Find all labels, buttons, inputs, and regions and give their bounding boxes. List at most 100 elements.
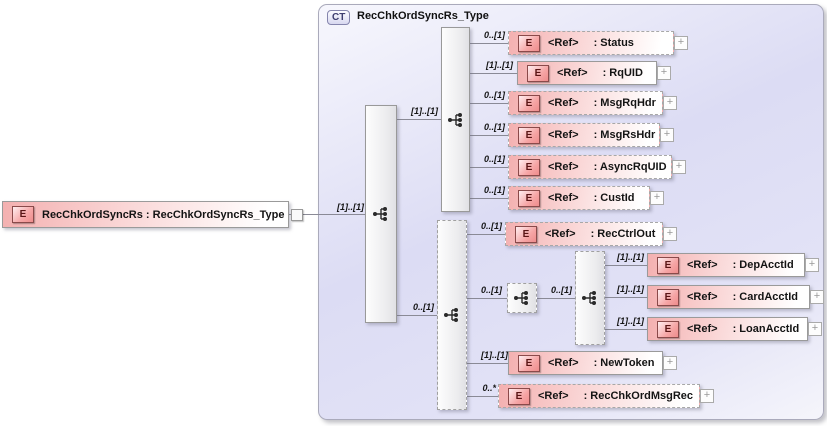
element-node-rquid[interactable]: E <Ref> : RqUID + (517, 61, 671, 85)
connector-line (470, 167, 508, 168)
element-ref: <Ref> (538, 390, 569, 402)
element-node-status[interactable]: E <Ref> : Status + (508, 31, 688, 55)
cardinality-label: [1]..[1] (337, 202, 364, 212)
element-node-custid[interactable]: E <Ref> : CustId + (508, 186, 664, 210)
sequence-icon (582, 291, 596, 305)
element-node-msgrqhdr[interactable]: E <Ref> : MsgRqHdr + (508, 91, 677, 115)
cardinality-label: 0..[1] (483, 30, 505, 40)
cardinality-label: 0..[1] (412, 302, 434, 312)
element-node-asyncrquid[interactable]: E <Ref> : AsyncRqUID + (508, 155, 686, 179)
cardinality-label: 0..[1] (483, 90, 505, 100)
expand-icon[interactable]: + (805, 258, 819, 272)
cardinality-label: 0..[1] (483, 185, 505, 195)
element-node-newtoken[interactable]: E <Ref> : NewToken + (508, 351, 677, 375)
element-type-icon: E (657, 256, 679, 274)
cardinality-label: 0..[1] (483, 154, 505, 164)
expand-icon[interactable]: + (663, 227, 677, 241)
expand-icon[interactable]: + (650, 191, 664, 205)
sequence-compositor-bottom[interactable] (437, 220, 467, 410)
element-type-icon: E (518, 94, 540, 112)
element-node-depacctid[interactable]: E <Ref> : DepAcctId + (647, 253, 819, 277)
connector-line (605, 297, 647, 298)
element-ref: <Ref> (548, 97, 579, 109)
element-ref: <Ref> (687, 323, 718, 335)
expand-icon[interactable]: + (663, 96, 677, 110)
connector-line (605, 329, 647, 330)
sequence-compositor-inner[interactable] (507, 283, 537, 313)
expand-icon[interactable]: + (808, 322, 822, 336)
connector-line (397, 315, 437, 316)
root-element-label: RecChkOrdSyncRs : RecChkOrdSyncRs_Type (42, 208, 285, 221)
connector-line (467, 396, 498, 397)
root-element[interactable]: E RecChkOrdSyncRs : RecChkOrdSyncRs_Type (2, 201, 289, 228)
expand-icon[interactable]: + (660, 128, 674, 142)
element-ref: <Ref> (687, 291, 718, 303)
element-type-icon: E (518, 158, 540, 176)
element-ref: <Ref> (557, 67, 588, 79)
element-ref: <Ref> (687, 259, 718, 271)
sequence-icon (447, 112, 462, 127)
cardinality-label: 0..[1] (480, 285, 502, 295)
connector-line (470, 73, 517, 74)
sequence-icon (373, 207, 387, 221)
element-name: : LoanAcctId (732, 323, 800, 335)
connector-line (397, 119, 441, 120)
element-type-icon: E (508, 387, 530, 405)
element-node-recctrlout[interactable]: E <Ref> : RecCtrlOut + (505, 222, 677, 246)
connector-line (467, 298, 507, 299)
connector-line (470, 43, 508, 44)
expand-icon[interactable]: + (672, 160, 686, 174)
element-node-recchkordmsgrec[interactable]: E <Ref> : RecChkOrdMsgRec + (498, 384, 714, 408)
sequence-compositor-accounts[interactable] (575, 251, 605, 345)
element-name: : RqUID (602, 67, 643, 79)
expand-icon[interactable]: + (674, 36, 688, 50)
element-type-icon: E (518, 189, 540, 207)
cardinality-label: 0..[1] (480, 221, 502, 231)
sequence-icon (444, 308, 458, 322)
element-ref: <Ref> (548, 357, 579, 369)
element-ref: <Ref> (548, 192, 579, 204)
element-name: : CustId (593, 192, 635, 204)
element-type-icon: E (518, 354, 540, 372)
collapse-handle[interactable] (291, 209, 303, 221)
element-ref: <Ref> (548, 161, 579, 173)
expand-icon[interactable]: + (657, 66, 671, 80)
element-node-msgrshdr[interactable]: E <Ref> : MsgRsHdr + (508, 123, 674, 147)
element-type-icon: E (12, 206, 34, 223)
element-type-icon: E (518, 34, 540, 52)
element-ref: <Ref> (545, 228, 576, 240)
expand-icon[interactable]: + (663, 356, 677, 370)
element-name: : NewToken (593, 357, 655, 369)
sequence-compositor-main[interactable] (365, 105, 397, 323)
element-name: : DepAcctId (732, 259, 794, 271)
sequence-compositor-top[interactable] (441, 27, 470, 212)
complex-type-icon: CT (327, 10, 351, 25)
element-ref: <Ref> (548, 129, 579, 141)
cardinality-label: [1]..[1] (617, 316, 644, 326)
connector-line (470, 135, 508, 136)
element-name: : RecCtrlOut (590, 228, 656, 240)
element-type-icon: E (657, 320, 679, 338)
cardinality-label: [1]..[1] (486, 60, 513, 70)
element-node-loanacctid[interactable]: E <Ref> : LoanAcctId + (647, 317, 822, 341)
cardinality-label: [1]..[1] (411, 106, 438, 116)
element-name: : Status (593, 37, 634, 49)
element-name: : RecChkOrdMsgRec (583, 390, 693, 402)
cardinality-label: 0..[1] (550, 285, 572, 295)
element-type-icon: E (518, 126, 540, 144)
element-type-icon: E (657, 288, 679, 306)
element-node-cardacctid[interactable]: E <Ref> : CardAcctId + (647, 285, 824, 309)
expand-icon[interactable]: + (810, 290, 824, 304)
connector-line (467, 363, 508, 364)
schema-diagram: CT RecChkOrdSyncRs_Type [1]..[1] [1]..[1… (0, 0, 827, 426)
cardinality-label: 0..[1] (483, 122, 505, 132)
element-name: : AsyncRqUID (593, 161, 667, 173)
element-type-icon: E (515, 225, 537, 243)
cardinality-label: [1]..[1] (617, 252, 644, 262)
connector-line (470, 103, 508, 104)
cardinality-label: 0..* (482, 383, 496, 393)
expand-icon[interactable]: + (700, 389, 714, 403)
element-name: : CardAcctId (732, 291, 798, 303)
connector-line (605, 265, 647, 266)
complex-type-title: RecChkOrdSyncRs_Type (357, 10, 489, 22)
